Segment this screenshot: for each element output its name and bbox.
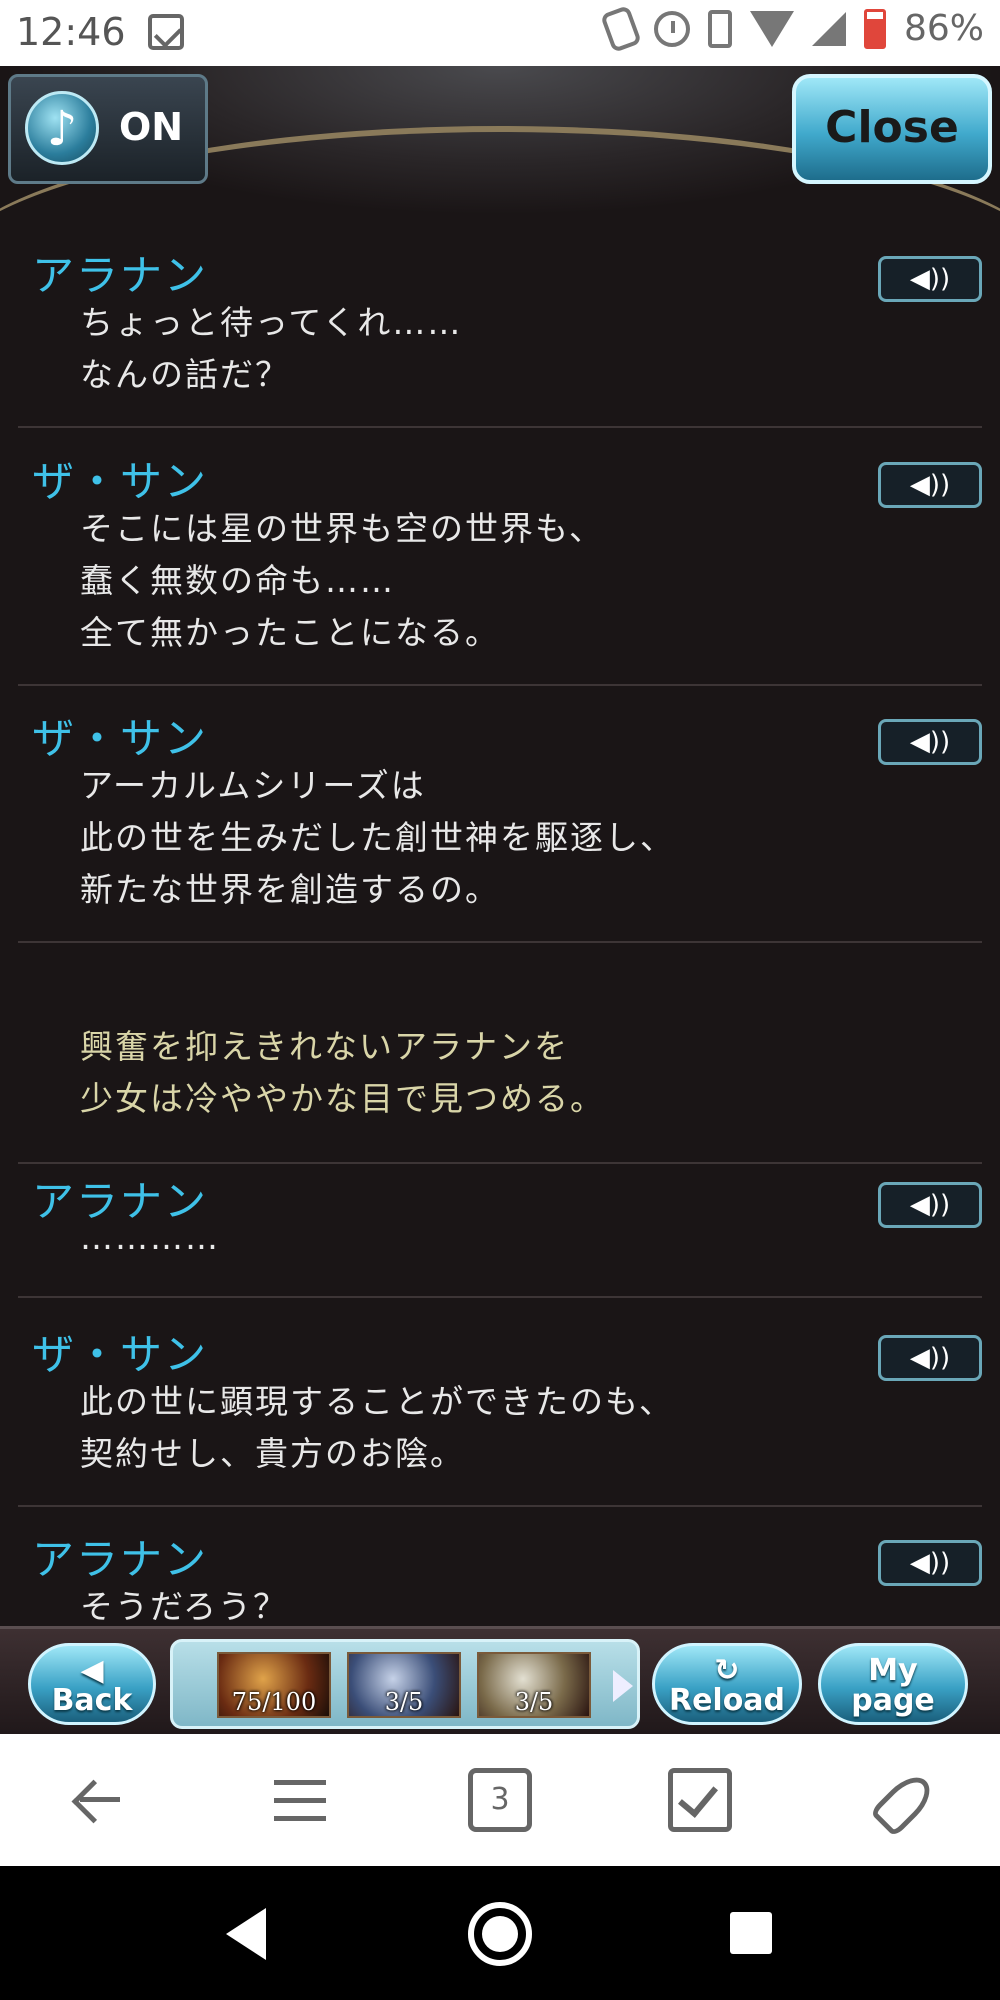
voice-play-button[interactable]: ◀)) [878,462,982,508]
back-label: Back [51,1683,133,1718]
browser-toolbar: 3 [0,1734,1000,1866]
voice-play-button[interactable]: ◀)) [878,1335,982,1381]
log-header: ♪ ON Close [0,66,1000,216]
vibrate-icon [707,9,732,48]
dialogue-line: 蠢く無数の命も…… [80,561,395,600]
dialogue-line: アーカルムシリーズは [80,766,426,805]
speaker-name: アラナン [32,1535,209,1584]
dialogue-log[interactable]: アラナン ◀)) ちょっと待ってくれ…… なんの話だ？ ザ・サン ◀)) そこに… [0,216,1000,1626]
voice-play-button[interactable]: ◀)) [878,719,982,765]
speaker-name: ザ・サン [32,1330,209,1379]
close-button[interactable]: Close [792,74,992,184]
music-note-icon: ♪ [25,91,99,165]
item-slot[interactable]: 3/5 [477,1652,591,1718]
item-count: 3/5 [514,1688,554,1716]
mypage-label-line1: My [868,1653,918,1688]
item-shortcut-bar: 75/100 3/5 3/5 [170,1639,640,1729]
next-arrow-icon[interactable] [613,1670,633,1702]
speaker-name: ザ・サン [32,714,209,763]
game-view: ♪ ON Close アラナン ◀)) ちょっと待ってくれ…… なんの話だ？ ザ… [0,66,1000,1734]
status-bar: 12:46 86% [0,0,1000,66]
status-time: 12:46 [16,10,126,54]
system-back-icon[interactable] [226,1908,266,1960]
back-arrow-icon[interactable] [68,1768,132,1832]
reload-icon: ↻ [714,1653,740,1688]
narration-line: 興奮を抑えきれないアラナンを [80,1027,570,1066]
dialogue-line: そうだろう？ [80,1587,289,1626]
entry-divider [18,426,982,428]
back-arrow-icon: ◀ [80,1653,104,1688]
entry-divider [18,1505,982,1507]
dialogue-line: なんの話だ？ [80,355,290,394]
back-button[interactable]: ◀ Back [28,1643,156,1725]
bgm-toggle[interactable]: ♪ ON [8,74,208,184]
battery-icon [863,8,886,49]
entry-divider [18,1296,982,1298]
dialogue-line: 此の世を生みだした創世神を駆逐し、 [80,818,675,857]
item-slot[interactable]: 3/5 [347,1652,461,1718]
bgm-state-label: ON [119,105,184,149]
dialogue-line: ちょっと待ってくれ…… [80,303,463,342]
checkbox-icon[interactable] [668,1768,732,1832]
voice-play-button[interactable]: ◀)) [878,1540,982,1586]
system-recents-icon[interactable] [730,1912,772,1954]
system-home-icon[interactable] [468,1902,532,1966]
reload-button[interactable]: ↻ Reload [652,1643,802,1725]
dialogue-line: 契約せし、貴方のお陰。 [80,1434,465,1473]
game-bottom-nav: ◀ Back 75/100 3/5 3/5 ↻ Reload My page [0,1626,1000,1734]
voice-play-button[interactable]: ◀)) [878,256,982,302]
mypage-button[interactable]: My page [818,1643,968,1725]
item-count: 3/5 [384,1688,424,1716]
speaker-name: アラナン [32,251,209,300]
item-slot[interactable]: 75/100 [217,1652,331,1718]
tabs-button[interactable]: 3 [468,1768,532,1832]
dialogue-line: ………… [80,1218,220,1257]
entry-divider [18,684,982,686]
dialogue-line: 新たな世界を創造するの。 [80,870,500,909]
dialogue-line: そこには星の世界も空の世界も、 [80,509,605,548]
signal-icon [811,11,846,46]
rocket-icon[interactable] [868,1768,932,1832]
wifi-icon [749,10,794,47]
system-navigation-bar [0,1866,1000,2000]
notification-icon [148,14,184,50]
entry-divider [18,1162,982,1164]
speaker-name: ザ・サン [32,457,209,506]
menu-icon[interactable] [268,1768,332,1832]
entry-divider [18,941,982,943]
dialogue-line: 全て無かったことになる。 [80,613,500,652]
reload-label: Reload [668,1683,786,1718]
nfc-icon [600,4,642,53]
status-icons: 86% [600,4,984,53]
voice-play-button[interactable]: ◀)) [878,1182,982,1228]
narration-line: 少女は冷ややかな目で見つめる。 [80,1079,605,1118]
dialogue-line: 此の世に顕現することができたのも、 [80,1382,675,1421]
battery-percent: 86% [903,8,984,49]
mypage-label-line2: page [851,1683,935,1718]
item-count: 75/100 [231,1688,317,1716]
alarm-icon [653,10,690,47]
